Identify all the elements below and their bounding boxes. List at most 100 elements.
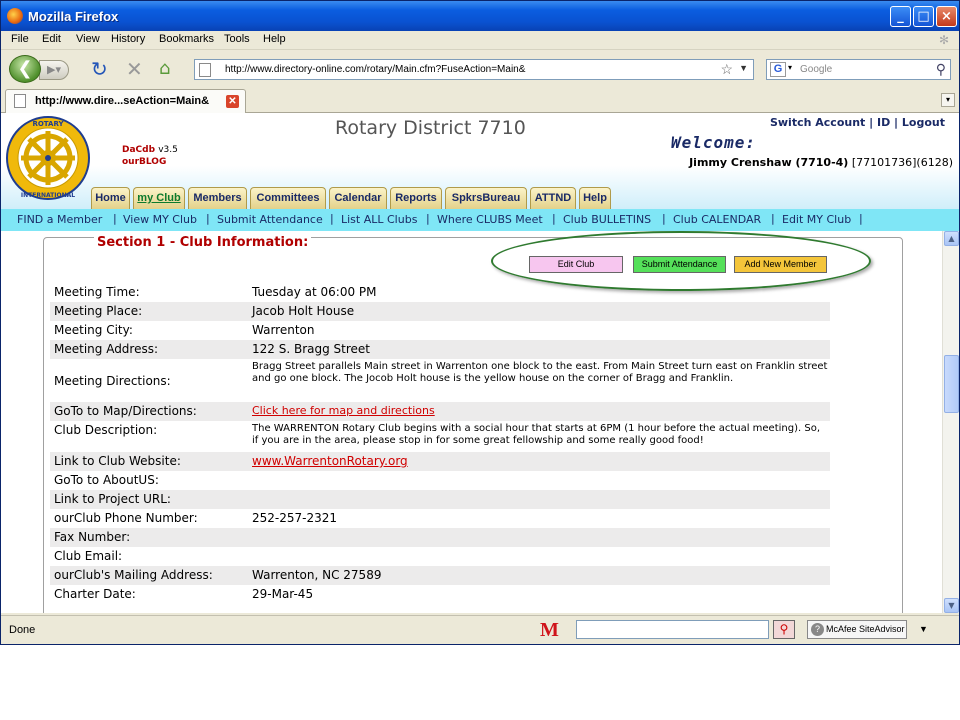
tab-page-icon — [14, 94, 26, 108]
rotary-logo[interactable]: ROTARY INTERNATIONAL — [5, 115, 91, 201]
menu-file[interactable]: File — [11, 33, 29, 45]
dacdb-version: v3.5 — [158, 145, 178, 155]
back-button[interactable]: ❮ — [9, 55, 41, 83]
siteadvisor-button[interactable]: ? McAfee SiteAdvisor — [807, 620, 907, 639]
tab-reports[interactable]: Reports — [390, 187, 442, 209]
blog-link[interactable]: ourBLOG — [122, 157, 166, 167]
edit-club-button[interactable]: Edit Club — [529, 256, 623, 273]
link-submit-attendance[interactable]: Submit Attendance — [217, 213, 323, 226]
link-edit-my-club[interactable]: Edit MY Club — [782, 213, 851, 226]
map-directions-link[interactable]: Click here for map and directions — [252, 404, 828, 417]
browser-tab[interactable]: http://www.dire...seAction=Main& ✕ — [5, 89, 246, 113]
row-label: ourClub's Mailing Address: — [54, 568, 213, 582]
row-label: GoTo to AboutUS: — [54, 473, 159, 487]
dacdb-label: DaCdb v3.5 ourBLOG — [122, 144, 178, 168]
tab-title: http://www.dire...seAction=Main& — [35, 95, 210, 107]
search-box[interactable]: G ▾ Google ⚲ — [766, 59, 951, 80]
row-label: Club Email: — [54, 549, 123, 563]
row-value: Tuesday at 06:00 PM — [252, 285, 377, 299]
tab-home[interactable]: Home — [91, 187, 130, 209]
tab-bar: http://www.dire...seAction=Main& ✕ ▾ — [1, 87, 959, 113]
search-icon[interactable]: ⚲ — [936, 61, 946, 78]
bookmark-star-icon[interactable]: ☆ — [720, 61, 733, 78]
address-bar[interactable]: http://www.directory-online.com/rotary/M… — [194, 59, 754, 80]
club-link-bar: FIND a Member | View MY Club | Submit At… — [1, 209, 959, 231]
menu-tools[interactable]: Tools — [224, 33, 250, 45]
logout-link[interactable]: Logout — [902, 116, 945, 129]
mcafee-icon[interactable]: M — [540, 619, 559, 642]
tab-list-icon[interactable]: ▾ — [941, 93, 955, 107]
search-engine-icon[interactable]: G — [770, 62, 786, 77]
mcafee-search-icon[interactable]: ⚲ — [773, 620, 795, 639]
search-placeholder: Google — [800, 64, 833, 75]
row-meeting-directions: Meeting Directions: Bragg Street paralle… — [50, 359, 830, 402]
row-value: Jacob Holt House — [252, 304, 355, 318]
tab-members[interactable]: Members — [188, 187, 247, 209]
link-separator: | — [426, 212, 430, 225]
page-icon — [199, 63, 211, 77]
menu-edit[interactable]: Edit — [42, 33, 61, 45]
site-header: ROTARY INTERNATIONAL DaCdb v3.5 ourBLOG … — [1, 113, 959, 209]
dacdb-name[interactable]: DaCdb — [122, 145, 155, 155]
scroll-down-icon[interactable]: ▼ — [944, 598, 959, 613]
tab-attnd[interactable]: ATTND — [530, 187, 576, 209]
club-website-link[interactable]: www.WarrentonRotary.org — [252, 454, 828, 468]
row-club-description: Club Description: The WARRENTON Rotary C… — [50, 421, 830, 452]
add-new-member-button[interactable]: Add New Member — [734, 256, 827, 273]
link-where-clubs-meet[interactable]: Where CLUBS Meet — [437, 213, 543, 226]
menu-bar: File Edit View History Bookmarks Tools H… — [1, 31, 959, 49]
row-label: Meeting City: — [54, 323, 133, 337]
section-title: Section 1 - Club Information: — [94, 235, 312, 250]
vertical-scrollbar[interactable]: ▲ ▼ — [942, 231, 959, 613]
maximize-button[interactable]: □ — [913, 6, 934, 27]
home-icon[interactable]: ⌂ — [159, 58, 170, 80]
scrollbar-thumb[interactable] — [944, 355, 959, 413]
reload-icon[interactable]: ↻ — [91, 58, 108, 80]
browser-window: Mozilla Firefox _ □ × File Edit View His… — [0, 0, 960, 645]
tab-committees[interactable]: Committees — [250, 187, 326, 209]
tab-close-icon[interactable]: ✕ — [226, 95, 239, 108]
search-engine-dropdown-icon[interactable]: ▾ — [788, 63, 792, 72]
window-title: Mozilla Firefox — [28, 9, 119, 24]
row-meeting-address: Meeting Address: 122 S. Bragg Street — [50, 340, 830, 359]
link-view-my-club[interactable]: View MY Club — [123, 213, 197, 226]
url-dropdown-icon[interactable]: ▼ — [739, 63, 748, 73]
link-separator: | — [859, 212, 863, 225]
close-button[interactable]: × — [936, 6, 957, 27]
forward-button[interactable]: ▶▾ — [39, 60, 69, 80]
tab-help[interactable]: Help — [579, 187, 611, 209]
row-meeting-time: Meeting Time: Tuesday at 06:00 PM — [50, 283, 830, 302]
switch-account-link[interactable]: Switch Account — [770, 116, 865, 129]
row-value: 29-Mar-45 — [252, 587, 314, 601]
link-club-calendar[interactable]: Club CALENDAR — [673, 213, 761, 226]
tab-my-club[interactable]: my Club — [133, 187, 185, 209]
link-list-all-clubs[interactable]: List ALL Clubs — [341, 213, 417, 226]
scroll-up-icon[interactable]: ▲ — [944, 231, 959, 246]
row-club-email: Club Email: — [50, 547, 830, 566]
tab-spkrsbureau[interactable]: SpkrsBureau — [445, 187, 527, 209]
row-meeting-place: Meeting Place: Jacob Holt House — [50, 302, 830, 321]
id-link[interactable]: ID — [877, 116, 890, 129]
siteadvisor-dropdown-icon[interactable]: ▼ — [919, 624, 928, 634]
link-club-bulletins[interactable]: Club BULLETINS — [563, 213, 651, 226]
row-label: Charter Date: — [54, 587, 136, 601]
stop-icon[interactable]: ✕ — [126, 58, 143, 80]
user-ids: [77101736](6128) — [848, 156, 953, 169]
navigation-toolbar: ▶▾ ❮ ↻ ✕ ⌂ http://www.directory-online.c… — [1, 49, 959, 87]
row-label: GoTo to Map/Directions: — [54, 404, 197, 418]
title-bar: Mozilla Firefox _ □ × — [1, 1, 959, 31]
menu-help[interactable]: Help — [263, 33, 286, 45]
menu-history[interactable]: History — [111, 33, 145, 45]
mcafee-search-input[interactable] — [576, 620, 769, 639]
row-label: Meeting Time: — [54, 285, 140, 299]
club-info-panel[interactable]: Section 1 - Club Information: Edit Club … — [1, 231, 959, 613]
district-title: Rotary District 7710 — [335, 117, 526, 139]
submit-attendance-button[interactable]: Submit Attendance — [633, 256, 726, 273]
link-find-member[interactable]: FIND a Member — [17, 213, 102, 226]
menu-view[interactable]: View — [76, 33, 100, 45]
menu-bookmarks[interactable]: Bookmarks — [159, 33, 214, 45]
row-value: Warrenton, NC 27589 — [252, 568, 382, 582]
minimize-button[interactable]: _ — [890, 6, 911, 27]
tab-calendar[interactable]: Calendar — [329, 187, 387, 209]
row-project-url: Link to Project URL: — [50, 490, 830, 509]
